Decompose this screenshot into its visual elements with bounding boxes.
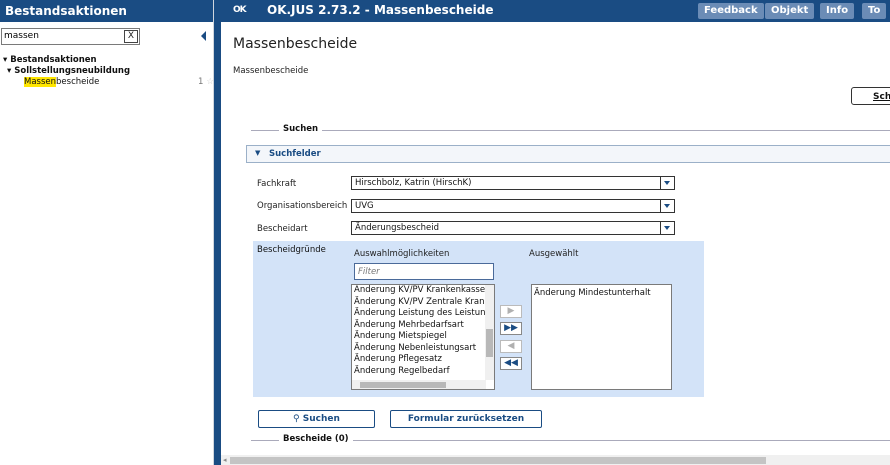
search-fieldset-legend: Suchen: [279, 124, 323, 134]
objekt-button[interactable]: Objekt: [765, 3, 815, 19]
selected-header: Ausgewählt: [529, 249, 579, 259]
reset-form-button[interactable]: Formular zurücksetzen: [390, 410, 542, 428]
app-header: OK OK.JUS 2.73.2 - Massenbescheide Feedb…: [221, 0, 890, 22]
tree-node-bestandsaktionen[interactable]: ▾ Bestandsaktionen: [3, 55, 214, 66]
list-item[interactable]: Änderung Leistung des Leistung: [352, 308, 494, 320]
scroll-thumb[interactable]: [486, 329, 493, 357]
bescheidart-select[interactable]: Änderungsbescheid: [351, 221, 675, 235]
menu-search-input[interactable]: [2, 29, 116, 42]
tree-node-massenbescheide[interactable]: Massenbescheide 1 ☆: [3, 77, 214, 88]
menu-search-field[interactable]: X: [1, 28, 140, 45]
tree-node-sollstellungsneubildung[interactable]: ▾ Sollstellungsneubildung: [3, 66, 214, 77]
suchfelder-title: Suchfelder: [269, 149, 321, 159]
collapse-panel-icon[interactable]: [201, 31, 206, 41]
chevron-down-icon: ▼: [255, 149, 261, 157]
feedback-button[interactable]: Feedback: [698, 3, 764, 19]
list-item[interactable]: Änderung KV/PV Zentrale Krank: [352, 297, 494, 309]
chevron-down-icon[interactable]: [660, 177, 674, 189]
panel-divider[interactable]: [214, 0, 221, 465]
app-title: OK.JUS 2.73.2 - Massenbescheide: [267, 3, 494, 17]
search-button[interactable]: ⚲ Suchen: [258, 410, 375, 428]
bescheidart-value: Änderungsbescheid: [355, 223, 440, 233]
selected-list[interactable]: Änderung Mindestunterhalt: [531, 284, 672, 390]
move-all-left-button[interactable]: ◀◀: [500, 357, 522, 370]
fachkraft-select[interactable]: Hirschbolz, Katrin (HirschK): [351, 176, 675, 190]
list-item[interactable]: Änderung Mindestunterhalt: [532, 285, 671, 301]
orgbereich-label: Organisationsbereich: [257, 201, 348, 211]
chevron-down-icon[interactable]: [660, 200, 674, 212]
page-title: Massenbescheide: [233, 36, 358, 52]
info-button[interactable]: Info: [820, 3, 855, 19]
scroll-left-icon[interactable]: ◂: [223, 456, 227, 464]
favorite-star-icon[interactable]: ☆: [206, 77, 214, 87]
orgbereich-value: UVG: [355, 201, 374, 211]
available-list[interactable]: Änderung KV/PV Krankenkasse Änderung KV/…: [351, 284, 495, 390]
move-right-button[interactable]: ▶: [500, 305, 522, 318]
list-item[interactable]: Änderung Mehrbedarfsart: [352, 320, 494, 332]
bescheidart-label: Bescheidart: [257, 224, 308, 234]
tree-node-label-rest: bescheide: [56, 77, 100, 87]
navigation-tree: ▾ Bestandsaktionen ▾ Sollstellungsneubil…: [3, 55, 214, 88]
scroll-thumb[interactable]: [230, 457, 766, 464]
move-all-right-button[interactable]: ▶▶: [500, 322, 522, 335]
list-item[interactable]: Änderung Nebenleistungsart: [352, 343, 494, 355]
move-left-button[interactable]: ◀: [500, 340, 522, 353]
close-button[interactable]: Schl: [851, 87, 890, 105]
search-match-highlight: Massen: [24, 77, 57, 87]
fachkraft-label: Fachkraft: [257, 179, 297, 189]
page-horizontal-scrollbar[interactable]: ◂: [221, 455, 890, 465]
search-icon: ⚲: [293, 414, 303, 424]
list-item[interactable]: Änderung Regelbedarf: [352, 366, 494, 378]
breadcrumb: Massenbescheide: [233, 66, 309, 76]
orgbereich-select[interactable]: UVG: [351, 199, 675, 213]
list-item[interactable]: Änderung Pflegesatz: [352, 354, 494, 366]
filter-input[interactable]: Filter: [354, 263, 494, 280]
list-item[interactable]: Änderung Mietspiegel: [352, 331, 494, 343]
clear-search-button[interactable]: X: [124, 30, 138, 43]
app-logo: OK: [233, 5, 247, 15]
results-fieldset-legend: Bescheide (0): [279, 434, 353, 444]
list-item[interactable]: Änderung KV/PV Krankenkasse: [352, 285, 494, 297]
search-fieldset-line: [251, 130, 890, 131]
left-panel: Bestandsaktionen X ▾ Bestandsaktionen ▾ …: [0, 0, 214, 465]
scroll-thumb[interactable]: [360, 382, 446, 388]
main-area: OK OK.JUS 2.73.2 - Massenbescheide Feedb…: [221, 0, 890, 465]
fachkraft-value: Hirschbolz, Katrin (HirschK): [355, 178, 472, 188]
bescheidgruende-label: Bescheidgründe: [257, 245, 326, 255]
tree-node-count: 1 ☆: [197, 77, 214, 87]
suchfelder-panel-header[interactable]: ▼ Suchfelder: [246, 145, 890, 163]
left-panel-title: Bestandsaktionen: [0, 0, 213, 22]
chevron-down-icon[interactable]: [660, 222, 674, 234]
tools-button[interactable]: To: [862, 3, 887, 19]
available-header: Auswahlmöglichkeiten: [354, 249, 450, 259]
